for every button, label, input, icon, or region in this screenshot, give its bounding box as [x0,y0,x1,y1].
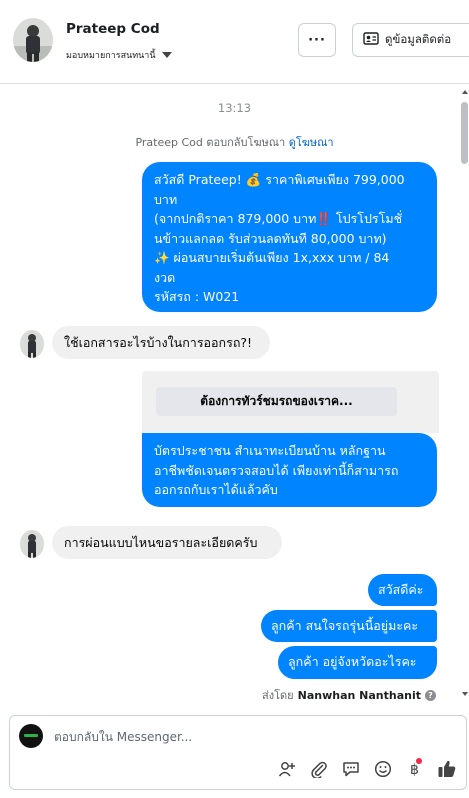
outgoing-message-bubble: ลูกค้า สนใจรถรุ่นนี้อยู่มะคะ [261,610,437,642]
caret-down-icon [161,52,172,58]
sender-avatar[interactable] [20,530,44,558]
tour-request-button[interactable]: ต้องการทัวร์ชมรถของเราค... [156,387,397,416]
view-ad-link[interactable]: ดูโฆษณา [289,136,334,149]
svg-text:฿: ฿ [410,762,419,778]
attachment-icon[interactable] [308,758,330,780]
message-line: งวด [154,269,176,285]
message-text: การผ่อนแบบไหนขอรายละเอียดครับ [64,535,258,550]
sent-by-label: ส่งโดย [262,689,294,702]
contact-avatar[interactable] [13,18,53,62]
message-text: ลูกค้า สนใจรถรุ่นนี้อยู่มะคะ [271,618,419,633]
page-avatar [19,724,43,748]
message-line: ✨ ผ่อนสบายเริ่มต้นเพียง 1x,xxx บาท / 84 [154,250,390,265]
view-contact-details-label: ดูข้อมูลติดต่อ [385,32,452,46]
message-text: ลูกค้า อยู่จังหวัดอะไรคะ [288,654,417,669]
scroll-down-arrow-icon[interactable] [462,692,468,696]
outgoing-message-bubble: บัตรประชาชน สำเนาทะเบียนบ้าน หลักฐาน อาช… [142,433,437,507]
page-logo-mark [24,734,38,737]
sent-by-name: Nanwhan Nanthanit [297,688,421,702]
add-person-icon[interactable] [276,758,298,780]
message-line: อาชีพชัดเจนตรวจสอบได้ เพียงเท่านี้ก็สามา… [154,462,399,478]
message-line: บาท [154,191,178,207]
message-line: บัตรประชาชน สำเนาทะเบียนบ้าน หลักฐาน [154,443,386,458]
reply-input[interactable] [54,730,354,744]
message-line: รหัสรถ : W021 [154,289,240,304]
ad-reply-note-text: Prateep Cod ตอบกลับโฆษณา [135,136,286,149]
outgoing-message-bubble: สวัสดีค่ะ [368,574,437,606]
contact-card-icon [363,32,379,48]
message-text: ใช้เอกสารอะไรบ้างในการออกรถ?! [64,335,253,350]
thread-scrollbar[interactable] [461,84,469,704]
message-text: สวัสดีค่ะ [378,582,424,597]
ad-message-bubble: สวัสดี Prateep! 💰 ราคาพิเศษเพียง 799,000… [142,162,437,312]
scroll-up-arrow-icon[interactable] [462,90,468,94]
payment-icon[interactable]: ฿ [404,758,426,780]
conversation-header: Prateep Cod มอบหมายการสนทนานี้ ··· ดูข้อ… [0,0,469,84]
incoming-message-bubble: การผ่อนแบบไหนขอรายละเอียดครับ [52,526,282,559]
message-composer: ฿ [9,715,467,790]
message-line: (จากปกติราคา 879,000 บาท‼️ โปรโปรโมชั่ [154,211,403,226]
assign-label: มอบหมายการสนทนานี้ [66,51,156,61]
sent-by-note: ส่งโดย Nanwhan Nanthanit ? [262,686,436,704]
message-line: สวัสดี Prateep! 💰 ราคาพิเศษเพียง 799,000 [154,172,405,187]
notification-dot [416,758,422,764]
emoji-icon[interactable] [372,758,394,780]
contact-name[interactable]: Prateep Cod [66,21,160,37]
incoming-message-bubble: ใช้เอกสารอะไรบ้างในการออกรถ?! [52,326,270,359]
message-line: นข้าวแลกลด รับส่วนลดทันที 80,000 บาท) [154,230,387,246]
like-icon[interactable] [436,758,458,780]
ad-reply-note: Prateep Cod ตอบกลับโฆษณา ดูโฆษณา [0,133,469,151]
message-line: ออกรถกับเราได้แล้วคับ [154,482,278,497]
info-icon[interactable]: ? [425,689,436,701]
message-timestamp: 13:13 [217,101,252,115]
outgoing-message-bubble: ลูกค้า อยู่จังหวัดอะไรคะ [278,646,437,679]
saved-reply-icon[interactable] [340,758,362,780]
assign-conversation-dropdown[interactable]: มอบหมายการสนทนานี้ [66,48,172,62]
sender-avatar[interactable] [20,330,44,358]
more-options-button[interactable]: ··· [298,23,336,57]
quick-reply-template-card: ต้องการทัวร์ชมรถของเราค... [142,371,439,433]
view-contact-details-button[interactable]: ดูข้อมูลติดต่อ [352,23,469,57]
